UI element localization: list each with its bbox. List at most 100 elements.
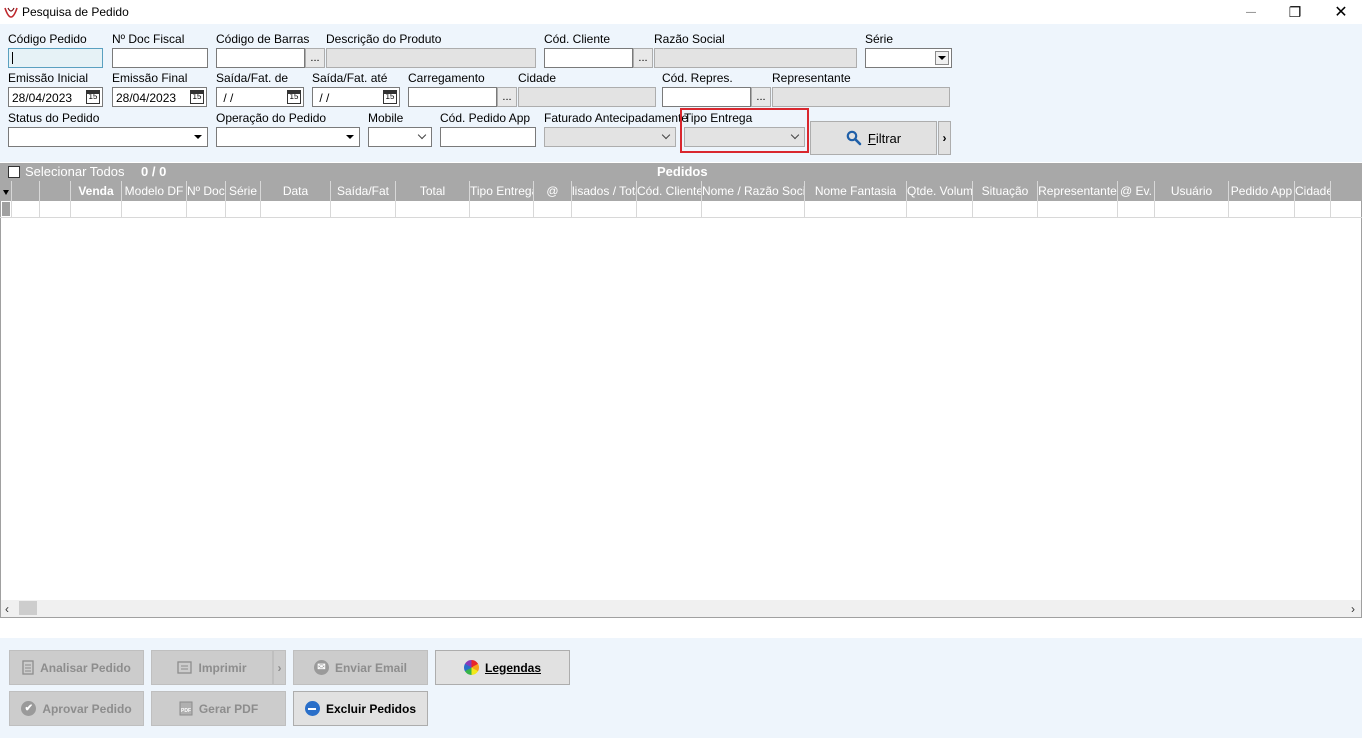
orders-grid[interactable] bbox=[0, 163, 1362, 618]
legendas-button[interactable]: Legendas bbox=[435, 650, 570, 685]
column-header[interactable]: Total bbox=[396, 181, 470, 201]
table-cell[interactable] bbox=[396, 201, 470, 218]
cod-repres-input[interactable] bbox=[662, 87, 751, 107]
codigo-barras-lookup-button[interactable]: ... bbox=[305, 48, 325, 68]
row-indicator-cell[interactable] bbox=[0, 201, 12, 218]
imprimir-more-button[interactable]: › bbox=[273, 650, 286, 685]
color-wheel-icon bbox=[463, 660, 479, 675]
calendar-icon[interactable]: 15 bbox=[190, 90, 204, 104]
table-cell[interactable] bbox=[1118, 201, 1155, 218]
table-cell[interactable] bbox=[331, 201, 396, 218]
analisar-pedido-label: Analisar Pedido bbox=[40, 660, 131, 675]
table-cell[interactable] bbox=[226, 201, 261, 218]
table-cell[interactable] bbox=[71, 201, 122, 218]
cod-pedido-app-input[interactable] bbox=[440, 127, 536, 147]
scroll-thumb[interactable] bbox=[19, 601, 37, 615]
table-cell[interactable] bbox=[805, 201, 907, 218]
column-header[interactable]: Série bbox=[226, 181, 261, 201]
calendar-icon[interactable]: 15 bbox=[383, 90, 397, 104]
excluir-pedidos-label: Excluir Pedidos bbox=[325, 701, 417, 716]
table-cell[interactable] bbox=[122, 201, 187, 218]
column-header[interactable]: Representante bbox=[1038, 181, 1118, 201]
column-header[interactable]: Tipo Entrega bbox=[470, 181, 534, 201]
excluir-pedidos-button[interactable]: Excluir Pedidos bbox=[293, 691, 428, 726]
codigo-barras-input[interactable] bbox=[216, 48, 305, 68]
chevron-down-icon bbox=[190, 129, 206, 145]
mobile-select[interactable] bbox=[368, 127, 432, 147]
faturado-antecipadamente-select[interactable] bbox=[544, 127, 676, 147]
select-all-checkbox[interactable] bbox=[8, 166, 20, 178]
column-header[interactable]: Pedido App bbox=[1229, 181, 1295, 201]
n-doc-fiscal-input[interactable] bbox=[112, 48, 208, 68]
column-header[interactable]: Nome Fantasia bbox=[805, 181, 907, 201]
column-header[interactable]: lisados / Total bbox=[572, 181, 637, 201]
column-header[interactable]: Modelo DF bbox=[122, 181, 187, 201]
analisar-pedido-button[interactable]: Analisar Pedido bbox=[9, 650, 144, 685]
serie-select[interactable] bbox=[865, 48, 952, 68]
column-header[interactable]: @ Ev. bbox=[1118, 181, 1155, 201]
table-cell[interactable] bbox=[12, 201, 40, 218]
scroll-right-icon[interactable]: › bbox=[1351, 602, 1355, 616]
table-cell[interactable] bbox=[187, 201, 226, 218]
close-icon: ✕ bbox=[1334, 4, 1348, 21]
more-filters-button[interactable]: › bbox=[938, 121, 951, 155]
table-cell[interactable] bbox=[907, 201, 973, 218]
codigo-barras-label: Código de Barras bbox=[216, 32, 310, 46]
table-cell[interactable] bbox=[1038, 201, 1118, 218]
saida-fat-ate-date-input[interactable]: / / 15 bbox=[312, 87, 400, 107]
enviar-email-button[interactable]: ✉ Enviar Email bbox=[293, 650, 428, 685]
table-cell[interactable] bbox=[637, 201, 702, 218]
window-title: Pesquisa de Pedido bbox=[22, 5, 129, 19]
select-all-label[interactable]: Selecionar Todos bbox=[25, 164, 125, 179]
gerar-pdf-button[interactable]: PDF Gerar PDF bbox=[151, 691, 286, 726]
column-header[interactable] bbox=[12, 181, 40, 201]
emissao-inicial-date-input[interactable]: 28/04/2023 15 bbox=[8, 87, 103, 107]
column-header[interactable]: @ bbox=[534, 181, 572, 201]
imprimir-button[interactable]: Imprimir bbox=[151, 650, 273, 685]
column-header[interactable]: Qtde. Volume bbox=[907, 181, 973, 201]
emissao-final-date-input[interactable]: 28/04/2023 15 bbox=[112, 87, 207, 107]
aprovar-pedido-button[interactable]: ✔ Aprovar Pedido bbox=[9, 691, 144, 726]
table-cell[interactable] bbox=[1155, 201, 1229, 218]
table-cell[interactable] bbox=[973, 201, 1038, 218]
column-header[interactable]: Situação bbox=[973, 181, 1038, 201]
horizontal-scrollbar[interactable]: ‹ › bbox=[1, 600, 1361, 617]
calendar-icon[interactable]: 15 bbox=[86, 90, 100, 104]
cod-cliente-lookup-button[interactable]: ... bbox=[633, 48, 653, 68]
aprovar-pedido-label: Aprovar Pedido bbox=[42, 701, 132, 716]
cod-repres-label: Cód. Repres. bbox=[662, 71, 733, 85]
column-header[interactable]: Nome / Razão Social bbox=[702, 181, 805, 201]
column-header[interactable]: Nº Doc. Fiscal bbox=[187, 181, 226, 201]
table-row[interactable] bbox=[0, 201, 1362, 218]
column-header[interactable]: Venda bbox=[71, 181, 122, 201]
table-cell[interactable] bbox=[40, 201, 71, 218]
column-header[interactable]: Cód. Cliente bbox=[637, 181, 702, 201]
column-header[interactable]: Saída/Fat bbox=[331, 181, 396, 201]
table-cell[interactable] bbox=[572, 201, 637, 218]
cod-repres-lookup-button[interactable]: ... bbox=[751, 87, 771, 107]
column-header[interactable] bbox=[40, 181, 71, 201]
carregamento-input[interactable] bbox=[408, 87, 497, 107]
table-cell[interactable] bbox=[702, 201, 805, 218]
cod-cliente-input[interactable] bbox=[544, 48, 633, 68]
table-cell[interactable] bbox=[534, 201, 572, 218]
close-button[interactable]: ✕ bbox=[1318, 0, 1362, 24]
minimize-button[interactable]: — bbox=[1228, 0, 1274, 24]
status-pedido-select[interactable] bbox=[8, 127, 208, 147]
column-header[interactable]: Cidade bbox=[1295, 181, 1331, 201]
table-cell[interactable] bbox=[1229, 201, 1295, 218]
scroll-left-icon[interactable]: ‹ bbox=[5, 602, 9, 616]
column-header[interactable]: Data bbox=[261, 181, 331, 201]
table-cell[interactable] bbox=[1295, 201, 1331, 218]
column-header[interactable]: Usuário bbox=[1155, 181, 1229, 201]
cidade-label: Cidade bbox=[518, 71, 557, 85]
saida-fat-de-date-input[interactable]: / / 15 bbox=[216, 87, 304, 107]
restore-button[interactable]: ❐ bbox=[1272, 0, 1318, 24]
calendar-icon[interactable]: 15 bbox=[287, 90, 301, 104]
filtrar-button[interactable]: Filtrar bbox=[810, 121, 937, 155]
codigo-pedido-input[interactable] bbox=[8, 48, 103, 68]
carregamento-lookup-button[interactable]: ... bbox=[497, 87, 517, 107]
operacao-pedido-select[interactable] bbox=[216, 127, 360, 147]
table-cell[interactable] bbox=[470, 201, 534, 218]
table-cell[interactable] bbox=[261, 201, 331, 218]
